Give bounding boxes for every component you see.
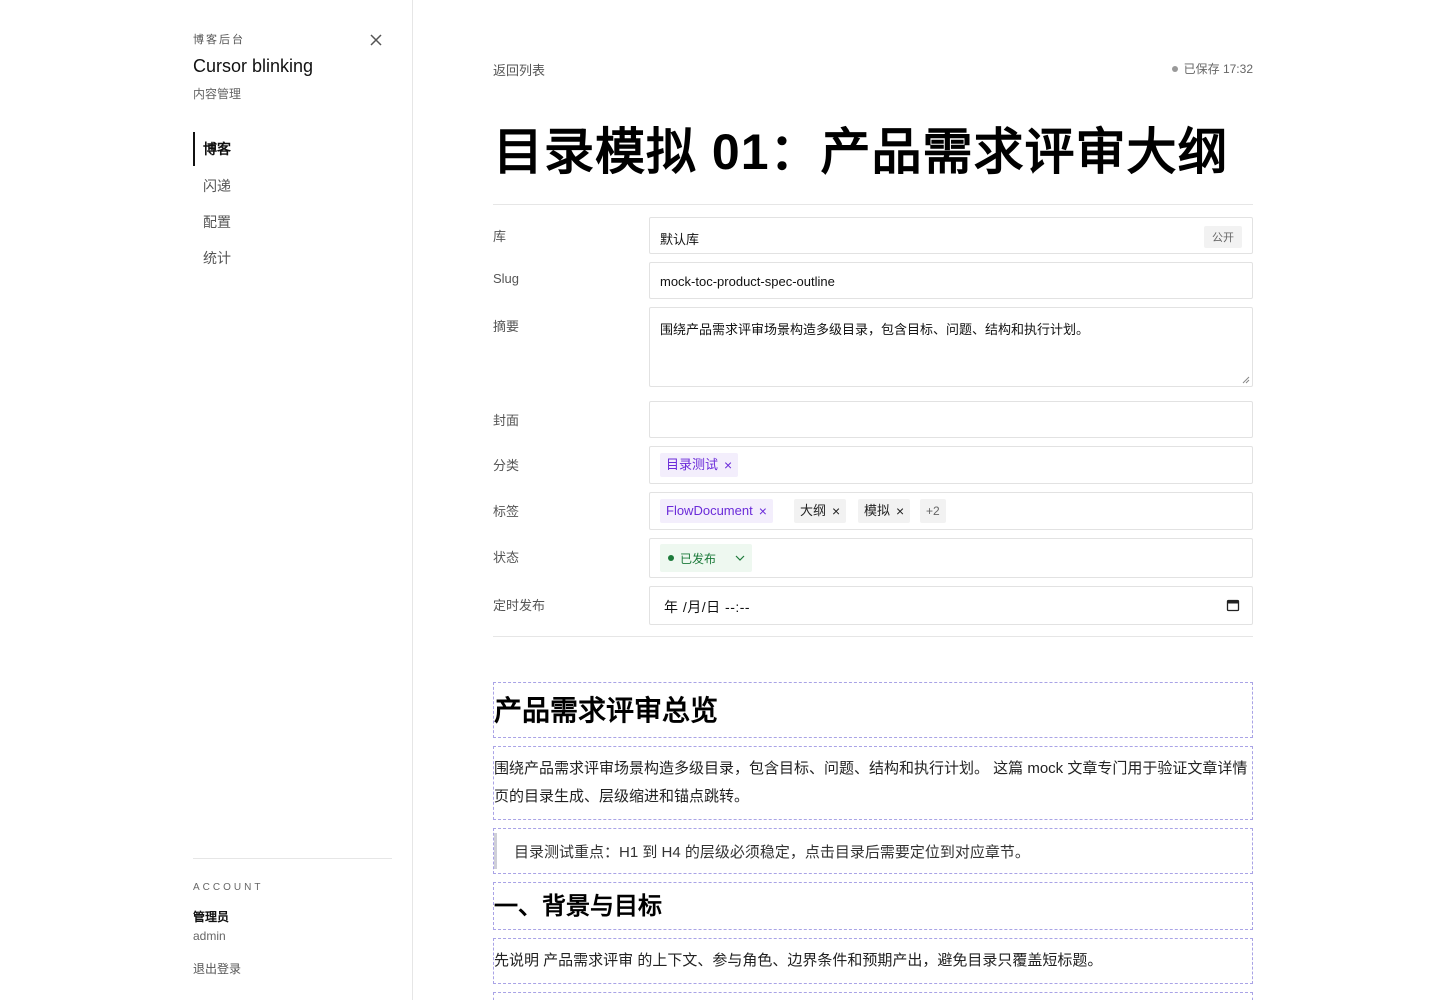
slug-value: mock-toc-product-spec-outline (660, 274, 835, 289)
editor-heading-1[interactable]: 产品需求评审总览 (493, 682, 1253, 738)
schedule-label: 定时发布 (493, 598, 546, 613)
sidebar-item-stats[interactable]: 统计 (193, 240, 393, 276)
remove-chip-icon[interactable]: × (724, 453, 732, 477)
tag-chip-label: 模拟 (864, 503, 891, 518)
save-status: 已保存 17:32 (1171, 60, 1253, 77)
editor-paragraph[interactable]: 先说明 产品需求评审 的上下文、参与角色、边界条件和预期产出，避免目录只覆盖短标… (493, 938, 1253, 984)
tag-chip-label: 大纲 (800, 503, 827, 518)
library-select[interactable]: 默认库 公开 (649, 217, 1253, 254)
account-label: ACCOUNT (193, 882, 264, 893)
back-to-list-link[interactable]: 返回列表 (493, 60, 545, 79)
editor-heading-2[interactable]: 一、背景与目标 (493, 882, 1253, 930)
tag-chip-label: FlowDocument (666, 503, 753, 518)
summary-label: 摘要 (493, 319, 520, 334)
visibility-badge: 公开 (1204, 226, 1242, 248)
summary-textarea[interactable]: 围绕产品需求评审场景构造多级目录，包含目标、问题、结构和执行计划。 (649, 307, 1253, 387)
status-dot-icon (668, 555, 674, 561)
form-top-divider (493, 204, 1253, 205)
tags-label: 标签 (493, 504, 520, 519)
library-value: 默认库 (660, 232, 700, 247)
editor-paragraph[interactable]: 围绕产品需求评审场景构造多级目录，包含目标、问题、结构和执行计划。 这篇 moc… (493, 746, 1253, 820)
sidebar-nav: 博客 闪递 配置 统计 (193, 132, 393, 276)
account-id: admin (193, 929, 226, 943)
account-name: 管理员 (193, 910, 230, 924)
remove-chip-icon[interactable]: × (759, 499, 767, 523)
slug-field[interactable]: mock-toc-product-spec-outline (649, 262, 1253, 299)
editor-next-block[interactable] (493, 992, 1253, 1000)
account-divider (193, 858, 392, 859)
sidebar-item-flash[interactable]: 闪递 (193, 168, 393, 204)
chevron-down-icon (735, 555, 745, 561)
status-label: 状态 (493, 550, 520, 565)
status-value: 已发布 (680, 551, 717, 566)
summary-value: 围绕产品需求评审场景构造多级目录，包含目标、问题、结构和执行计划。 (660, 322, 1090, 337)
saved-text: 已保存 17:32 (1183, 62, 1253, 76)
saved-dot-icon (1171, 65, 1178, 72)
calendar-icon[interactable] (1226, 598, 1240, 612)
slug-label: Slug (493, 271, 520, 286)
sidebar-item-blog[interactable]: 博客 (193, 132, 393, 166)
category-chip-label: 目录测试 (666, 457, 719, 472)
editor-blockquote[interactable]: 目录测试重点：H1 到 H4 的层级必须稳定，点击目录后需要定位到对应章节。 (493, 828, 1253, 874)
page-title[interactable]: 目录模拟 01：产品需求评审大纲 (493, 112, 1229, 184)
resize-handle-icon[interactable] (1242, 376, 1250, 384)
logout-link[interactable]: 退出登录 (193, 960, 241, 977)
tags-field[interactable]: FlowDocument × 大纲 × 模拟 × +2 (649, 492, 1253, 530)
close-icon[interactable] (368, 32, 384, 48)
category-field[interactable]: 目录测试 × (649, 446, 1253, 484)
remove-chip-icon[interactable]: × (832, 499, 840, 523)
category-chip: 目录测试 × (660, 453, 739, 477)
status-field: 已发布 (649, 538, 1253, 578)
tag-chip: FlowDocument × (660, 499, 773, 523)
sidebar-item-config[interactable]: 配置 (193, 204, 393, 240)
schedule-value: 年 /月/日 --:-- (664, 599, 751, 615)
blockquote-bar (494, 833, 497, 869)
category-label: 分类 (493, 458, 520, 473)
tag-chip: 模拟 × (858, 499, 911, 523)
status-select[interactable]: 已发布 (660, 544, 752, 572)
tag-chip: 大纲 × (794, 499, 847, 523)
form-bottom-divider (493, 636, 1253, 637)
sidebar: 博客后台 Cursor blinking 内容管理 博客 闪递 配置 统计 AC… (0, 0, 413, 1000)
remove-chip-icon[interactable]: × (896, 499, 904, 523)
blockquote-text: 目录测试重点：H1 到 H4 的层级必须稳定，点击目录后需要定位到对应章节。 (514, 844, 1030, 861)
more-tags-chip[interactable]: +2 (920, 499, 946, 523)
cover-label: 封面 (493, 413, 520, 428)
brand-title: Cursor blinking (193, 56, 314, 76)
library-label: 库 (493, 229, 507, 244)
cover-field[interactable] (649, 401, 1253, 438)
brand-subtitle: 内容管理 (193, 87, 242, 101)
brand-kicker: 博客后台 (193, 34, 245, 46)
schedule-datetime-input[interactable]: 年 /月/日 --:-- (649, 586, 1253, 625)
